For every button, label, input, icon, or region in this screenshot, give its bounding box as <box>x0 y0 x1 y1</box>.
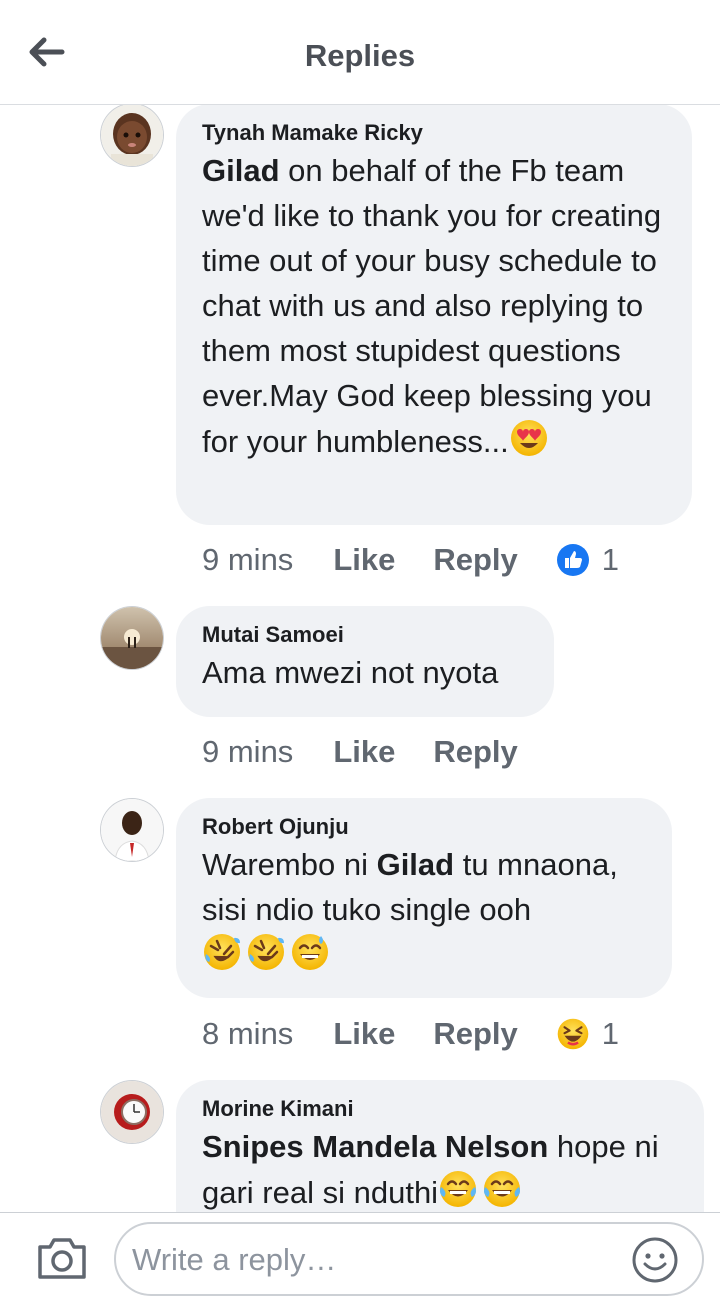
reaction-summary[interactable]: 1 <box>556 542 619 578</box>
replies-list: Tynah Mamake Ricky Gilad on behalf of th… <box>0 105 720 1212</box>
reply-field[interactable] <box>114 1222 704 1296</box>
comment-bubble: Morine Kimani Snipes Mandela Nelson hope… <box>176 1080 704 1212</box>
comment-time: 9 mins <box>202 734 294 769</box>
comment-bubble: Robert Ojunju Warembo ni Gilad tu mnaona… <box>176 798 672 998</box>
comment-actions: 9 mins Like Reply <box>202 730 556 774</box>
reaction-summary[interactable]: 1 <box>556 1016 619 1052</box>
emoji-button[interactable] <box>631 1236 679 1284</box>
avatar[interactable] <box>101 1081 163 1143</box>
comment-text: Gilad on behalf of the Fb team we'd like… <box>202 153 662 459</box>
comment-text: Snipes Mandela Nelson hope ni gari real … <box>202 1129 659 1210</box>
rofl-emoji <box>246 932 286 972</box>
camera-button[interactable] <box>36 1235 88 1281</box>
page-title: Replies <box>304 38 416 73</box>
tears-of-joy-emoji <box>438 1169 478 1209</box>
comment-author[interactable]: Mutai Samoei <box>202 620 528 650</box>
reply-composer <box>0 1212 720 1296</box>
comment-author[interactable]: Morine Kimani <box>202 1094 678 1124</box>
rofl-emoji <box>202 932 242 972</box>
reaction-count: 1 <box>601 542 620 577</box>
comment-author[interactable]: Tynah Mamake Ricky <box>202 118 666 148</box>
comment-time: 9 mins <box>202 542 294 577</box>
comment-time: 8 mins <box>202 1016 294 1051</box>
comment-actions: 8 mins Like Reply 1 <box>202 1012 619 1056</box>
mention-link[interactable]: Gilad <box>377 847 455 882</box>
comment-bubble: Tynah Mamake Ricky Gilad on behalf of th… <box>176 105 692 525</box>
reply-input[interactable] <box>130 1238 614 1282</box>
comment-text: Ama mwezi not nyota <box>202 655 499 690</box>
like-reaction-icon <box>556 544 589 576</box>
reply-button[interactable]: Reply <box>433 734 517 770</box>
reaction-count: 1 <box>601 1016 620 1051</box>
mention-link[interactable]: Snipes Mandela Nelson <box>202 1129 548 1164</box>
camera-icon <box>38 1238 86 1279</box>
smiley-icon <box>632 1237 678 1283</box>
heart-eyes-emoji <box>509 418 549 458</box>
like-button[interactable]: Like <box>333 734 395 770</box>
avatar[interactable] <box>101 799 163 861</box>
like-button[interactable]: Like <box>333 1016 395 1052</box>
avatar[interactable] <box>101 607 163 669</box>
reply-button[interactable]: Reply <box>433 542 517 578</box>
sweat-smile-emoji <box>290 932 330 972</box>
comment-bubble: Mutai Samoei Ama mwezi not nyota <box>176 606 554 717</box>
comment-text: Warembo ni Gilad tu mnaona, sisi ndio tu… <box>202 842 646 978</box>
avatar[interactable] <box>101 105 163 166</box>
comment-actions: 9 mins Like Reply 1 <box>202 538 619 582</box>
tears-of-joy-emoji <box>482 1169 522 1209</box>
mention-link[interactable]: Gilad <box>202 153 280 188</box>
like-button[interactable]: Like <box>333 542 395 578</box>
comment-author[interactable]: Robert Ojunju <box>202 812 646 842</box>
top-bar: Replies <box>0 0 720 105</box>
reply-button[interactable]: Reply <box>433 1016 517 1052</box>
haha-reaction-icon <box>556 1017 590 1051</box>
